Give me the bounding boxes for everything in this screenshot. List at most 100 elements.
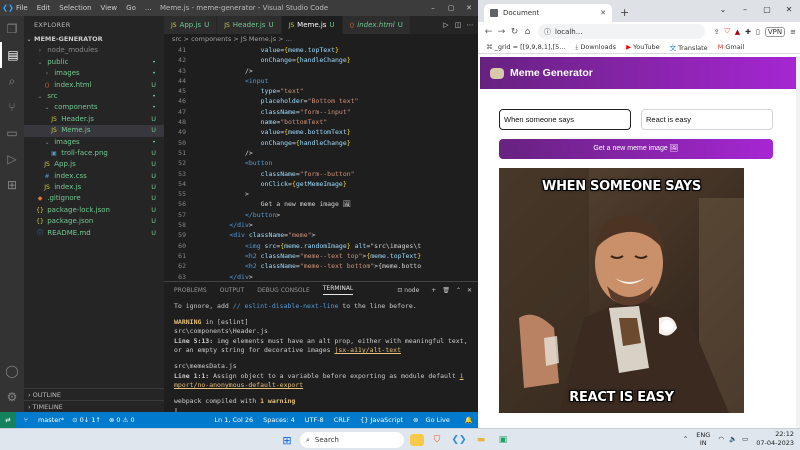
indentation[interactable]: Spaces: 4 bbox=[263, 416, 295, 424]
panel-tab[interactable]: TERMINAL bbox=[322, 285, 354, 295]
code-line[interactable]: 58 </div> bbox=[164, 220, 478, 230]
address-bar[interactable]: ⓘ localh... bbox=[538, 24, 705, 39]
terminal-shell-label[interactable]: ⊡ node bbox=[397, 287, 425, 294]
code-line[interactable]: 43 /> bbox=[164, 66, 478, 76]
maximize-icon[interactable]: ▢ bbox=[442, 0, 460, 16]
editor-tab[interactable]: JS Header.js U bbox=[217, 16, 282, 34]
source-control-icon[interactable]: ⑂ bbox=[0, 94, 24, 120]
code-line[interactable]: 50 onChange={handleChange} bbox=[164, 138, 478, 148]
brave-rewards-icon[interactable]: ▲ bbox=[735, 28, 740, 36]
account-icon[interactable]: ◯ bbox=[0, 358, 24, 384]
bookmark-item[interactable]: ⤓ Downloads bbox=[575, 43, 616, 52]
file-tree-item[interactable]: JS index.js U bbox=[24, 182, 164, 193]
vpn-button[interactable]: VPN bbox=[764, 26, 786, 37]
code-editor[interactable]: 41 value={meme.topText} 42 onChange={hand… bbox=[164, 45, 478, 281]
store-icon[interactable]: ▣ bbox=[494, 431, 512, 449]
code-line[interactable]: 54 onClick={getMemeImage} bbox=[164, 179, 478, 189]
page-scrollbar[interactable] bbox=[796, 57, 800, 428]
outline-section[interactable]: › OUTLINE bbox=[24, 388, 164, 400]
panel-tab[interactable]: DEBUG CONSOLE bbox=[257, 287, 310, 294]
get-new-meme-button[interactable]: Get a new meme image 🖼 bbox=[499, 139, 773, 159]
code-line[interactable]: 41 value={meme.topText} bbox=[164, 45, 478, 55]
files-icon[interactable]: ❐ bbox=[0, 16, 24, 42]
code-line[interactable]: 51 /> bbox=[164, 148, 478, 158]
bookmark-item[interactable]: 文 Translate bbox=[670, 42, 708, 52]
maximize-panel-icon[interactable]: ⌃ bbox=[456, 287, 461, 294]
file-manager-icon[interactable] bbox=[410, 434, 424, 446]
extension-puzzle-icon[interactable]: ✚ bbox=[745, 28, 751, 36]
brave-shield-icon[interactable]: ⛉ bbox=[725, 27, 730, 36]
eol[interactable]: CRLF bbox=[334, 416, 350, 424]
menu-icon[interactable]: ≡ bbox=[790, 28, 796, 36]
close-icon[interactable]: ✕ bbox=[778, 0, 800, 20]
file-tree-item[interactable]: ◆ .gitignore U bbox=[24, 193, 164, 204]
editor-tab[interactable]: JS App.js U bbox=[164, 16, 218, 34]
file-tree-item[interactable]: ⌄ components • bbox=[24, 102, 164, 113]
remote-icon[interactable]: ⇄ bbox=[0, 412, 16, 428]
code-line[interactable]: 47 className="form--input" bbox=[164, 107, 478, 117]
terminal-output[interactable]: To ignore, add // eslint-disable-next-li… bbox=[164, 298, 478, 416]
more-actions-icon[interactable]: ⋯ bbox=[464, 21, 476, 29]
back-icon[interactable]: ← bbox=[482, 27, 495, 37]
menu-item[interactable]: File bbox=[16, 4, 28, 12]
code-line[interactable]: 55 > bbox=[164, 189, 478, 199]
trash-icon[interactable]: 🗑 bbox=[442, 287, 450, 294]
file-tree-item[interactable]: {} package-lock.json U bbox=[24, 205, 164, 216]
editor-tab[interactable]: ⟨⟩ index.html U bbox=[342, 16, 411, 34]
run-debug-icon[interactable]: ▷ bbox=[0, 146, 24, 172]
chevron-up-icon[interactable]: ⌃ bbox=[683, 435, 688, 443]
browser-tab[interactable]: Document ✕ bbox=[484, 4, 612, 22]
code-line[interactable]: 63 </div> bbox=[164, 272, 478, 281]
file-tree-item[interactable]: ⌄ src • bbox=[24, 91, 164, 102]
file-tree-item[interactable]: JS Header.js U bbox=[24, 114, 164, 125]
bookmark-item[interactable]: ⌘ _grid = [[9,9,8,1],[5... bbox=[486, 43, 565, 51]
run-icon[interactable]: ▷ bbox=[440, 21, 452, 29]
reload-icon[interactable]: ↻ bbox=[508, 27, 521, 37]
breadcrumb[interactable]: src > components > JS Meme.js > ... bbox=[164, 34, 478, 45]
battery-icon[interactable]: ▭ bbox=[742, 435, 748, 443]
panel-tab[interactable]: PROBLEMS bbox=[174, 287, 207, 294]
file-tree-item[interactable]: › images • bbox=[24, 68, 164, 79]
menu-item[interactable]: Selection bbox=[59, 4, 91, 12]
editor-tab[interactable]: JS Meme.js U bbox=[281, 16, 343, 34]
extensions-icon[interactable]: ⊞ bbox=[0, 172, 24, 198]
home-icon[interactable]: ⌂ bbox=[521, 27, 534, 37]
file-tree-item[interactable]: ⌄ images • bbox=[24, 137, 164, 148]
gear-icon[interactable]: ⚙ bbox=[0, 384, 24, 410]
code-line[interactable]: 60 <img src={meme.randomImage} alt="src\… bbox=[164, 241, 478, 251]
file-tree-item[interactable]: ▣ troll-face.png U bbox=[24, 148, 164, 159]
project-root[interactable]: ⌄ MEME-GENERATOR bbox=[24, 34, 164, 45]
cursor-position[interactable]: Ln 1, Col 26 bbox=[214, 416, 253, 424]
code-line[interactable]: 56 Get a new meme image 🖼 bbox=[164, 199, 478, 209]
clock[interactable]: 22:12 07-04-2023 bbox=[756, 430, 794, 448]
close-tab-icon[interactable]: ✕ bbox=[600, 9, 606, 17]
code-line[interactable]: 59 <div className="meme"> bbox=[164, 230, 478, 240]
new-terminal-icon[interactable]: + bbox=[431, 287, 436, 294]
new-tab-icon[interactable]: + bbox=[620, 4, 629, 22]
windows-start-icon[interactable]: ⊞ bbox=[278, 431, 296, 449]
taskbar-search[interactable]: ⌕ Search bbox=[300, 432, 404, 448]
file-tree-item[interactable]: ⌄ public • bbox=[24, 57, 164, 68]
close-icon[interactable]: ✕ bbox=[460, 0, 478, 16]
brave-browser-icon[interactable]: ⛉ bbox=[428, 431, 446, 449]
go-live-button[interactable]: ⊚ Go Live bbox=[413, 416, 455, 424]
sidebar-icon[interactable]: ▯ bbox=[756, 28, 760, 36]
menu-item[interactable]: Edit bbox=[37, 4, 51, 12]
language-mode[interactable]: {} JavaScript bbox=[360, 416, 403, 424]
info-icon[interactable]: ⓘ bbox=[544, 27, 551, 37]
file-tree-item[interactable]: ⟨⟩ index.html U bbox=[24, 80, 164, 91]
language-indicator[interactable]: ENG IN bbox=[696, 431, 710, 447]
file-tree-item[interactable]: # index.css U bbox=[24, 171, 164, 182]
volume-icon[interactable]: 🔈 bbox=[729, 435, 737, 443]
bell-icon[interactable]: 🔔 bbox=[465, 416, 473, 424]
split-editor-icon[interactable]: ◫ bbox=[452, 21, 464, 29]
top-text-input[interactable]: When someone says bbox=[499, 109, 631, 130]
code-line[interactable]: 48 name="bottomText" bbox=[164, 117, 478, 127]
code-line[interactable]: 46 placeholder="Bottom text" bbox=[164, 96, 478, 106]
bookmark-item[interactable]: ▶ YouTube bbox=[626, 43, 660, 51]
code-line[interactable]: 44 <input bbox=[164, 76, 478, 86]
bottom-text-input[interactable]: React is easy bbox=[641, 109, 773, 130]
code-line[interactable]: 52 <button bbox=[164, 158, 478, 168]
git-sync[interactable]: ⊙ 0↓ 1↑ bbox=[72, 416, 101, 424]
file-tree-item[interactable]: JS Meme.js U bbox=[24, 125, 164, 137]
